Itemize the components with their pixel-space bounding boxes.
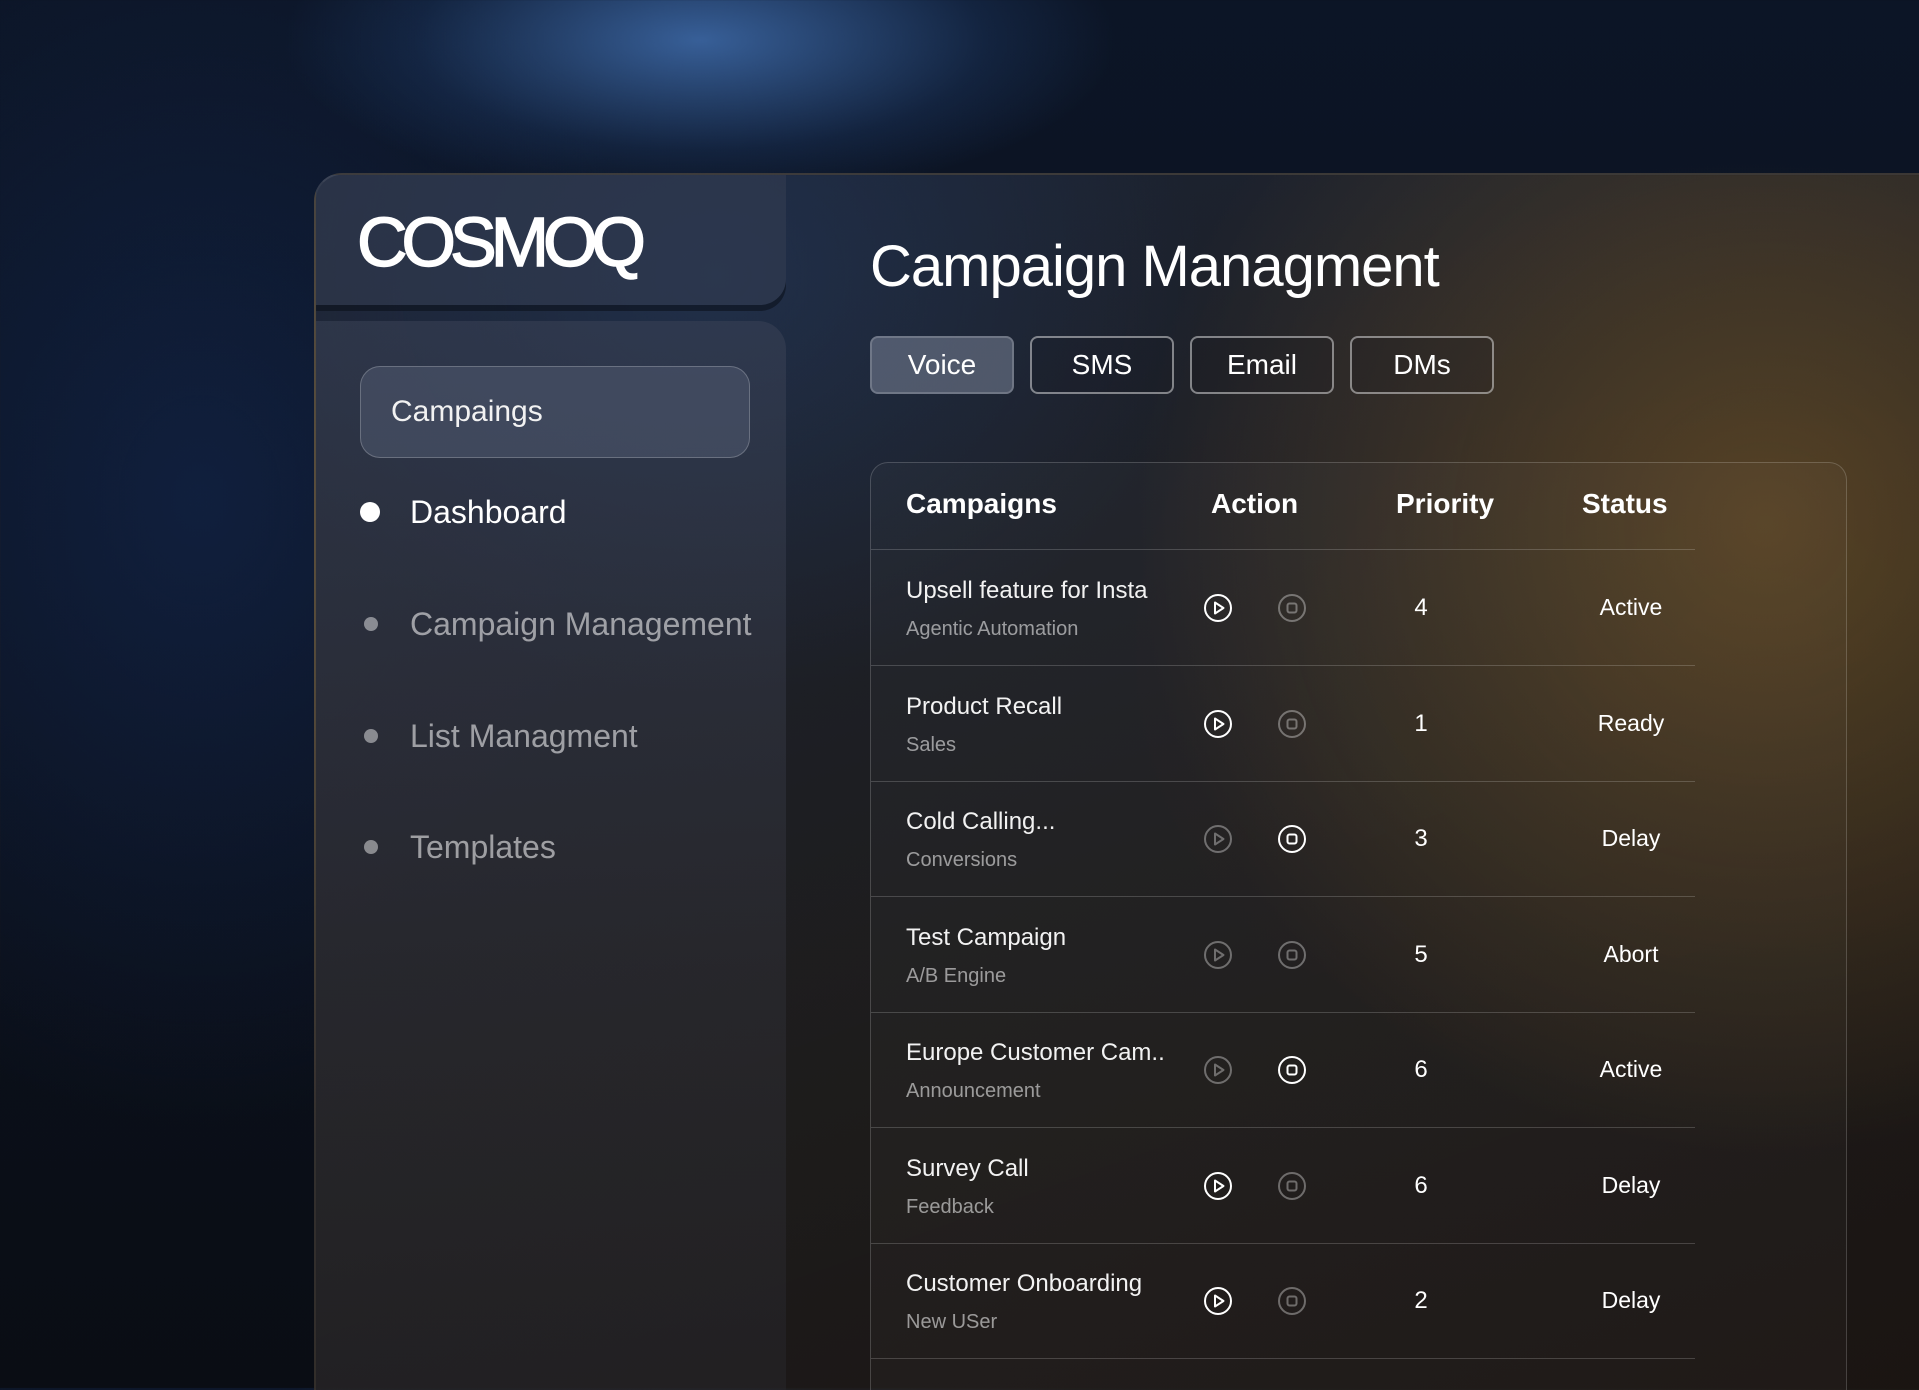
campaign-type: Announcement bbox=[906, 1080, 1041, 1102]
play-circle-icon[interactable] bbox=[1203, 940, 1233, 970]
campaigns-button[interactable]: Campaings bbox=[360, 366, 750, 458]
campaign-type: Conversions bbox=[906, 849, 1018, 871]
priority-value: 6 bbox=[1414, 1171, 1428, 1199]
status-text: Delay bbox=[1601, 1287, 1661, 1313]
table-row[interactable]: Cold Calling... Conversions 3 Delay bbox=[871, 781, 1695, 897]
column-header-action[interactable]: Action bbox=[1211, 488, 1298, 520]
bullet-dot-icon bbox=[364, 729, 378, 743]
campaign-name: Upsell feature for Insta bbox=[906, 577, 1148, 604]
status-text: Active bbox=[1599, 594, 1663, 620]
play-circle-icon[interactable] bbox=[1203, 1171, 1233, 1201]
campaign-type: Agentic Automation bbox=[906, 618, 1079, 640]
column-header-status[interactable]: Status bbox=[1582, 488, 1668, 520]
channel-tabs: Voice SMS Email DMs bbox=[870, 336, 1494, 394]
sidebar-item-label: List Managment bbox=[410, 717, 638, 754]
stop-circle-icon[interactable] bbox=[1277, 940, 1307, 970]
status-text: Abort bbox=[1603, 940, 1659, 967]
sidebar-item-dashboard[interactable]: Dashboard bbox=[356, 487, 567, 537]
column-header-priority[interactable]: Priority bbox=[1396, 488, 1494, 520]
stop-circle-icon[interactable] bbox=[1277, 824, 1307, 854]
play-circle-icon[interactable] bbox=[1203, 593, 1233, 623]
play-circle-icon[interactable] bbox=[1203, 1286, 1233, 1316]
tab-sms[interactable]: SMS bbox=[1030, 336, 1174, 394]
logo-panel: COSMOQ bbox=[316, 175, 786, 305]
campaign-type: New USer bbox=[906, 1311, 998, 1333]
tab-voice[interactable]: Voice bbox=[870, 336, 1014, 394]
play-circle-icon[interactable] bbox=[1203, 824, 1233, 854]
table-row[interactable]: Europe Customer Cam.. Announcement 6 Active bbox=[871, 1012, 1695, 1128]
sidebar-item-templates[interactable]: Templates bbox=[356, 822, 556, 872]
table-row[interactable]: Product Recall Sales 1 Ready bbox=[871, 666, 1695, 782]
campaign-type: A/B Engine bbox=[906, 964, 1007, 987]
campaign-name: Product Recall bbox=[906, 692, 1063, 720]
campaign-name: Test Campaign bbox=[906, 923, 1067, 951]
campaign-name: Cold Calling... bbox=[906, 808, 1056, 835]
table-row[interactable]: Customer Onboarding New USer 2 Delay bbox=[871, 1243, 1695, 1359]
status-text: Active bbox=[1599, 1056, 1663, 1082]
status-text: Ready bbox=[1597, 709, 1665, 736]
column-header-campaigns[interactable]: Campaigns bbox=[906, 488, 1057, 520]
campaign-name: Europe Customer Cam.. bbox=[906, 1039, 1165, 1066]
stop-circle-icon[interactable] bbox=[1277, 1286, 1307, 1316]
table-row[interactable]: Upsell feature for Insta Agentic Automati… bbox=[871, 550, 1695, 666]
campaign-name: Survey Call bbox=[906, 1154, 1029, 1182]
priority-value: 1 bbox=[1414, 709, 1428, 737]
play-circle-icon[interactable] bbox=[1203, 1055, 1233, 1085]
sidebar-item-list-management[interactable]: List Managment bbox=[356, 711, 638, 761]
sidebar-item-label: Dashboard bbox=[410, 493, 567, 530]
campaign-type: Feedback bbox=[906, 1195, 994, 1218]
status-text: Delay bbox=[1601, 825, 1661, 851]
tab-dms[interactable]: DMs bbox=[1350, 336, 1494, 394]
status-text: Delay bbox=[1601, 1171, 1661, 1198]
table-header: Campaigns Action Priority Status bbox=[871, 463, 1695, 550]
sidebar-item-campaign-management[interactable]: Campaign Management bbox=[356, 599, 752, 649]
sidebar-item-label: Templates bbox=[410, 828, 556, 865]
bullet-dot-icon bbox=[360, 502, 380, 522]
priority-value: 6 bbox=[1414, 1056, 1428, 1083]
table-row[interactable]: Survey Call Feedback 6 Delay bbox=[871, 1128, 1695, 1244]
stop-circle-icon[interactable] bbox=[1277, 709, 1307, 739]
app-window: COSMOQ Campaings Dashboard Campaign Mana… bbox=[314, 173, 1919, 1390]
bullet-dot-icon bbox=[364, 840, 378, 854]
tab-email[interactable]: Email bbox=[1190, 336, 1334, 394]
priority-value: 4 bbox=[1414, 594, 1428, 621]
priority-value: 2 bbox=[1414, 1287, 1428, 1314]
sidebar-item-label: Campaign Management bbox=[410, 605, 752, 642]
sidebar: Campaings Dashboard Campaign Management … bbox=[316, 321, 786, 1390]
page-title: Campaign Managment bbox=[870, 234, 1440, 299]
bullet-dot-icon bbox=[364, 617, 378, 631]
campaigns-table: Campaigns Action Priority Status Upsell … bbox=[870, 462, 1847, 1390]
table-row[interactable]: Test Campaign A/B Engine 5 Abort bbox=[871, 897, 1695, 1013]
campaign-type: Sales bbox=[906, 733, 957, 756]
play-circle-icon[interactable] bbox=[1203, 709, 1233, 739]
priority-value: 5 bbox=[1414, 940, 1428, 968]
stop-circle-icon[interactable] bbox=[1277, 1055, 1307, 1085]
stop-circle-icon[interactable] bbox=[1277, 593, 1307, 623]
cosmoq-logo[interactable]: COSMOQ bbox=[356, 206, 646, 278]
priority-value: 3 bbox=[1414, 825, 1428, 852]
stop-circle-icon[interactable] bbox=[1277, 1171, 1307, 1201]
campaign-name: Customer Onboarding bbox=[906, 1270, 1143, 1297]
